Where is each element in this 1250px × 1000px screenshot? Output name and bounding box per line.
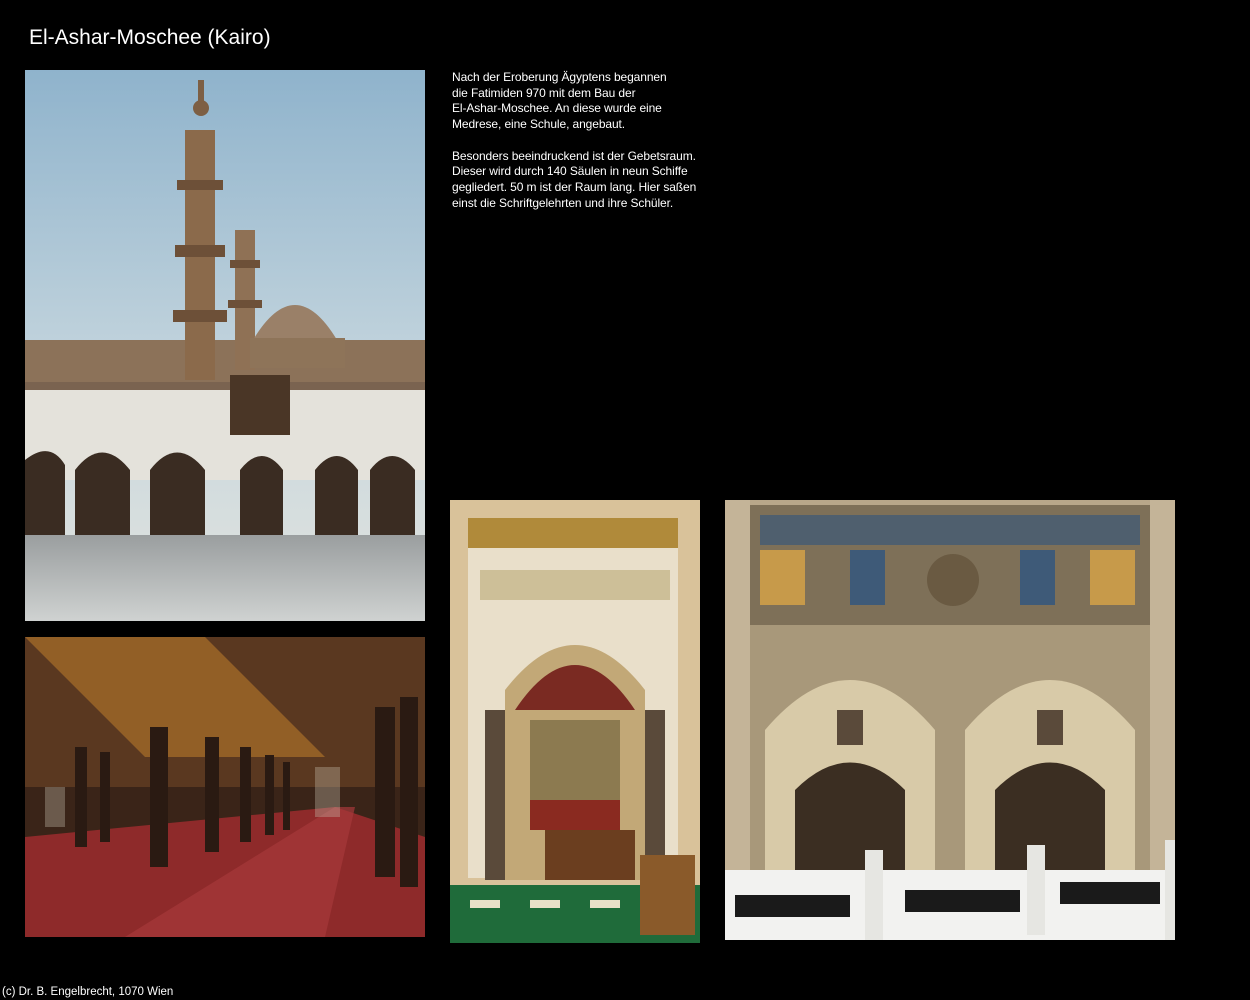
photo-gateway[interactable] — [725, 500, 1175, 940]
description-line: Medrese, eine Schule, angebaut. — [452, 117, 626, 132]
page-title: El-Ashar-Moschee (Kairo) — [29, 26, 271, 49]
photo-prayer-hall[interactable] — [25, 637, 425, 937]
photo-courtyard-minarets[interactable] — [25, 70, 425, 621]
description-line: Besonders beeindruckend ist der Gebetsra… — [452, 148, 696, 163]
description-line: die Fatimiden 970 mit dem Bau der — [452, 85, 636, 100]
copyright-footer: (c) Dr. B. Engelbrecht, 1070 Wien — [2, 986, 174, 998]
prayer-hall-image — [25, 637, 425, 937]
description-line: Dieser wird durch 140 Säulen in neun Sch… — [452, 164, 688, 179]
courtyard-image — [25, 70, 425, 621]
description-line: Nach der Eroberung Ägyptens begannen — [452, 70, 667, 84]
mihrab-image — [450, 500, 700, 943]
photo-mihrab[interactable] — [450, 500, 700, 943]
description-paragraph-1: Nach der Eroberung Ägyptens begannen die… — [452, 70, 722, 133]
description-line: El-Ashar-Moschee. An diese wurde eine — [452, 101, 662, 116]
description-text: Nach der Eroberung Ägyptens begannen die… — [452, 70, 722, 227]
gateway-image — [725, 500, 1175, 940]
description-paragraph-2: Besonders beeindruckend ist der Gebetsra… — [452, 149, 722, 212]
description-line: gegliedert. 50 m ist der Raum lang. Hier… — [452, 179, 697, 194]
description-line: einst die Schriftgelehrten und ihre Schü… — [452, 195, 674, 210]
